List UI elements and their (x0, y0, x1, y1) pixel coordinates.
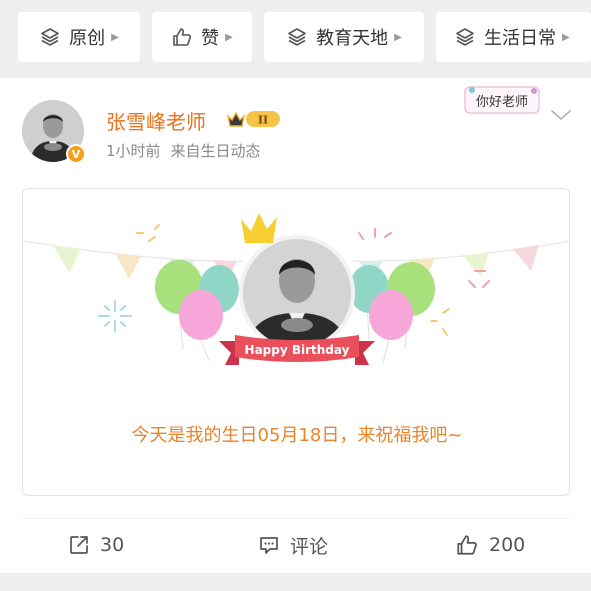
layers-icon (39, 26, 61, 48)
caret-right-icon: ▶ (562, 31, 570, 43)
verified-badge-icon: V (66, 144, 86, 164)
tab-label: 生活日常 (484, 28, 556, 49)
birthday-photo (239, 235, 355, 351)
post-meta: 1小时前 来自生日动态 (106, 140, 261, 161)
tab-education[interactable]: 教育天地 ▶ (264, 12, 424, 62)
caret-right-icon: ▶ (225, 31, 233, 43)
comment-label: 评论 (290, 535, 329, 558)
caret-right-icon: ▶ (111, 31, 119, 43)
tab-label: 教育天地 (316, 28, 389, 49)
tab-likes[interactable]: 赞 ▶ (152, 12, 252, 62)
sparkle-icon (98, 300, 132, 332)
tab-original[interactable]: 原创 ▶ (18, 12, 140, 62)
post-card: V 张雪峰老师 II 1小时前 来自生日动态 你好老师 Happy Birthd… (0, 78, 591, 573)
thumb-up-icon (457, 535, 477, 555)
like-count: 200 (489, 534, 526, 556)
birthday-card[interactable]: Happy Birthday 今天是我的生日05月18日，来祝福我吧~ (22, 188, 570, 496)
tab-label: 赞 (201, 28, 220, 49)
caret-right-icon: ▶ (394, 31, 402, 43)
like-button[interactable]: 200 (455, 530, 525, 560)
filter-tab-bar: 原创 ▶ 赞 ▶ 教育天地 ▶ 生活日常 ▶ (0, 0, 591, 78)
comment-icon (260, 537, 278, 554)
comment-button[interactable]: 评论 (258, 530, 328, 560)
post-source[interactable]: 来自生日动态 (171, 142, 261, 160)
repost-count: 30 (100, 534, 125, 556)
teacher-sticker-icon: 你好老师 (464, 86, 540, 114)
sticker-text: 你好老师 (476, 95, 528, 110)
author-name[interactable]: 张雪峰老师 (106, 106, 206, 135)
thumb-up-icon (171, 26, 193, 48)
layers-icon (286, 26, 308, 48)
chevron-down-icon[interactable] (550, 108, 572, 122)
feed-gap (0, 573, 591, 591)
ribbon-text: Happy Birthday (245, 343, 350, 357)
member-level-badge-icon: II (226, 111, 280, 127)
repost-button[interactable]: 30 (68, 530, 124, 560)
divider (22, 518, 570, 519)
tab-daily-life[interactable]: 生活日常 ▶ (436, 12, 591, 62)
post-time: 1小时前 (106, 142, 161, 160)
birthday-greeting: 今天是我的生日05月18日，来祝福我吧~ (131, 425, 463, 446)
birthday-illustration: Happy Birthday (23, 213, 569, 365)
layers-icon (454, 26, 476, 48)
crown-icon (241, 213, 277, 243)
level-text: II (258, 114, 268, 127)
tab-label: 原创 (69, 28, 106, 49)
share-icon (70, 536, 88, 554)
